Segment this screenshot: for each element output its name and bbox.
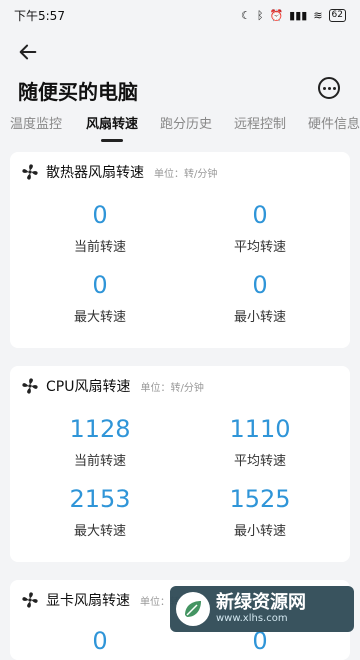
status-bar: 下午5:57 ☾ ᛒ ⏰ ▮▮▮ ≋ 62 (0, 0, 360, 30)
metric-label: 最大转速 (73, 524, 126, 539)
metric-label: 平均转速 (233, 240, 286, 255)
watermark-banner: 新绿资源网 www.xlhs.com (170, 586, 354, 632)
fan-icon (22, 164, 38, 180)
metric-max: 2153 最大转速 (35, 484, 165, 539)
leaf-logo-icon (176, 592, 210, 626)
card-unit: 单位：转/分钟 (140, 382, 204, 394)
tab-bar: 温度监控 风扇转速 跑分历史 远程控制 硬件信息 (0, 112, 360, 146)
metric-min: 0 最小转速 (195, 270, 325, 325)
metric-average: 0 平均转速 (195, 200, 325, 255)
metric-value: 1525 (229, 485, 291, 513)
card-title: 散热器风扇转速 (46, 165, 144, 181)
card-title: CPU风扇转速 (46, 379, 131, 395)
card-header: CPU风扇转速 单位：转/分钟 (20, 376, 204, 396)
metric-current: 0 当前转速 (35, 200, 165, 255)
metric-current: 0 (35, 626, 165, 656)
more-options-icon[interactable] (318, 77, 340, 99)
metric-value: 0 (92, 627, 108, 655)
metric-max: 0 最大转速 (35, 270, 165, 325)
arrow-left-icon (19, 44, 37, 60)
metric-label: 当前转速 (73, 240, 126, 255)
watermark-text: 新绿资源网 www.xlhs.com (216, 593, 306, 625)
alarm-icon: ⏰ (269, 8, 284, 22)
watermark-url: www.xlhs.com (216, 613, 288, 624)
metric-label: 最小转速 (233, 524, 286, 539)
status-icons: ☾ ᛒ ⏰ ▮▮▮ ≋ 62 (240, 8, 346, 22)
metric-value: 1110 (229, 415, 291, 443)
fan-icon (22, 378, 38, 394)
metric-value: 0 (92, 201, 108, 229)
metric-label: 当前转速 (73, 454, 126, 469)
metric-value: 0 (252, 271, 268, 299)
page-title: 随便买的电脑 (18, 80, 138, 104)
tab-benchmark-history[interactable]: 跑分历史 (160, 112, 212, 140)
tab-temperature[interactable]: 温度监控 (10, 112, 62, 140)
fan-icon (22, 592, 38, 608)
battery-icon: 62 (328, 8, 346, 22)
metric-value: 2153 (69, 485, 131, 513)
metric-value: 1128 (69, 415, 131, 443)
wifi-icon: ≋ (313, 8, 323, 22)
card-header: 散热器风扇转速 单位：转/分钟 (20, 162, 217, 182)
metric-min: 1525 最小转速 (195, 484, 325, 539)
metric-average: 1110 平均转速 (195, 414, 325, 469)
tab-fan-speed[interactable]: 风扇转速 (86, 112, 138, 140)
status-time: 下午5:57 (14, 8, 65, 23)
card-header: 显卡风扇转速 单位：转 (20, 590, 180, 610)
metric-current: 1128 当前转速 (35, 414, 165, 469)
bluetooth-icon: ᛒ (256, 8, 264, 22)
cpu-fan-card: CPU风扇转速 单位：转/分钟 1128 当前转速 1110 平均转速 2153… (10, 366, 350, 562)
metric-value: 0 (252, 201, 268, 229)
signal-icon: ▮▮▮ (289, 8, 308, 22)
tab-remote-control[interactable]: 远程控制 (234, 112, 286, 140)
metric-label: 平均转速 (233, 454, 286, 469)
card-title: 显卡风扇转速 (46, 593, 130, 609)
watermark-title: 新绿资源网 (216, 592, 306, 613)
metric-label: 最小转速 (233, 310, 286, 325)
radiator-fan-card: 散热器风扇转速 单位：转/分钟 0 当前转速 0 平均转速 0 最大转速 0 最… (10, 152, 350, 348)
back-button[interactable] (14, 38, 42, 66)
tab-hardware-info[interactable]: 硬件信息 (308, 112, 360, 140)
metric-value: 0 (92, 271, 108, 299)
metric-label: 最大转速 (73, 310, 126, 325)
card-unit: 单位：转/分钟 (154, 168, 218, 180)
moon-icon: ☾ (240, 8, 251, 22)
top-bar (0, 30, 360, 74)
